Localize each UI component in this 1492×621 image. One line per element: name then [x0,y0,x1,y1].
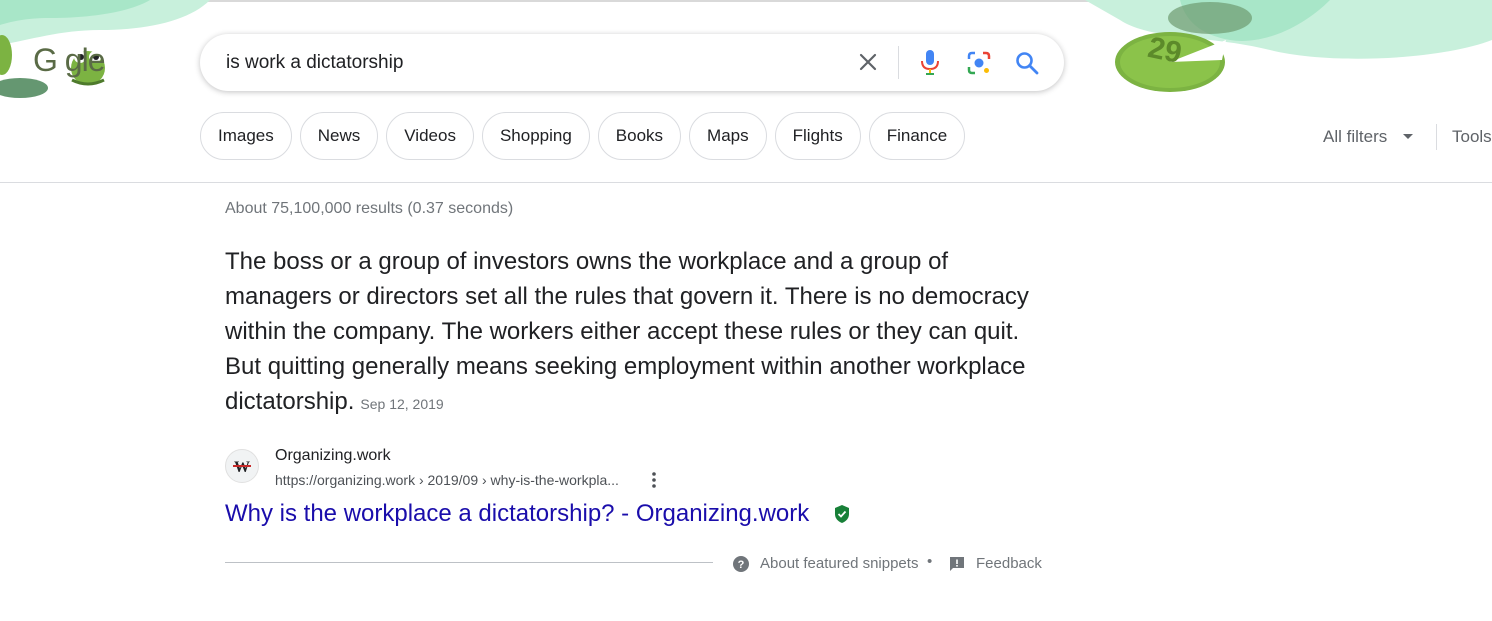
chevron-down-icon[interactable] [1403,134,1413,139]
svg-text:W: W [234,459,250,476]
chip-shopping[interactable]: Shopping [481,112,590,160]
search-icon[interactable] [1014,50,1040,76]
tools-button[interactable]: Tools [1452,127,1492,147]
feedback-link[interactable]: Feedback [976,555,1042,572]
result-stats: About 75,100,000 results (0.37 seconds) [225,200,514,217]
top-border [0,0,1492,2]
microphone-icon[interactable] [918,48,942,76]
chip-books[interactable]: Books [597,112,682,160]
header-divider [0,182,1492,183]
search-divider [898,46,899,79]
google-lens-icon[interactable] [966,50,992,76]
chip-flights[interactable]: Flights [774,112,861,160]
chip-maps[interactable]: Maps [689,112,767,160]
snippet-footer-divider [225,562,713,563]
search-input[interactable]: is work a dictatorship [226,52,403,74]
feedback-icon[interactable] [948,555,966,573]
chip-images[interactable]: Images [200,112,292,160]
chip-videos[interactable]: Videos [386,112,474,160]
more-vertical-icon[interactable] [645,470,663,490]
footer-separator: • [927,553,933,570]
site-favicon[interactable]: W [225,449,259,483]
logo-text[interactable]: G gle [33,42,105,79]
featured-snippet: The boss or a group of investors owns th… [225,244,1040,422]
search-box[interactable]: is work a dictatorship [200,34,1064,91]
svg-text:?: ? [738,559,745,571]
site-name[interactable]: Organizing.work [275,447,391,465]
all-filters-button[interactable]: All filters [1323,127,1387,147]
snippet-date: Sep 12, 2019 [360,396,444,412]
chip-news[interactable]: News [299,112,379,160]
filters-divider [1436,124,1437,150]
site-url[interactable]: https://organizing.work › 2019/09 › why-… [275,472,619,488]
verified-shield-icon [835,505,849,523]
doodle-number: 29 [1145,30,1185,71]
filter-chips: Images News Videos Shopping Books Maps F… [200,112,966,160]
clear-icon[interactable] [856,50,880,74]
help-icon[interactable]: ? [732,555,750,573]
snippet-text: The boss or a group of investors owns th… [225,248,1029,415]
chip-finance[interactable]: Finance [868,112,966,160]
organizing-work-logo-icon: W [233,459,251,476]
result-title-link[interactable]: Why is the workplace a dictatorship? - O… [225,500,809,528]
about-featured-snippets-link[interactable]: About featured snippets [760,555,918,572]
